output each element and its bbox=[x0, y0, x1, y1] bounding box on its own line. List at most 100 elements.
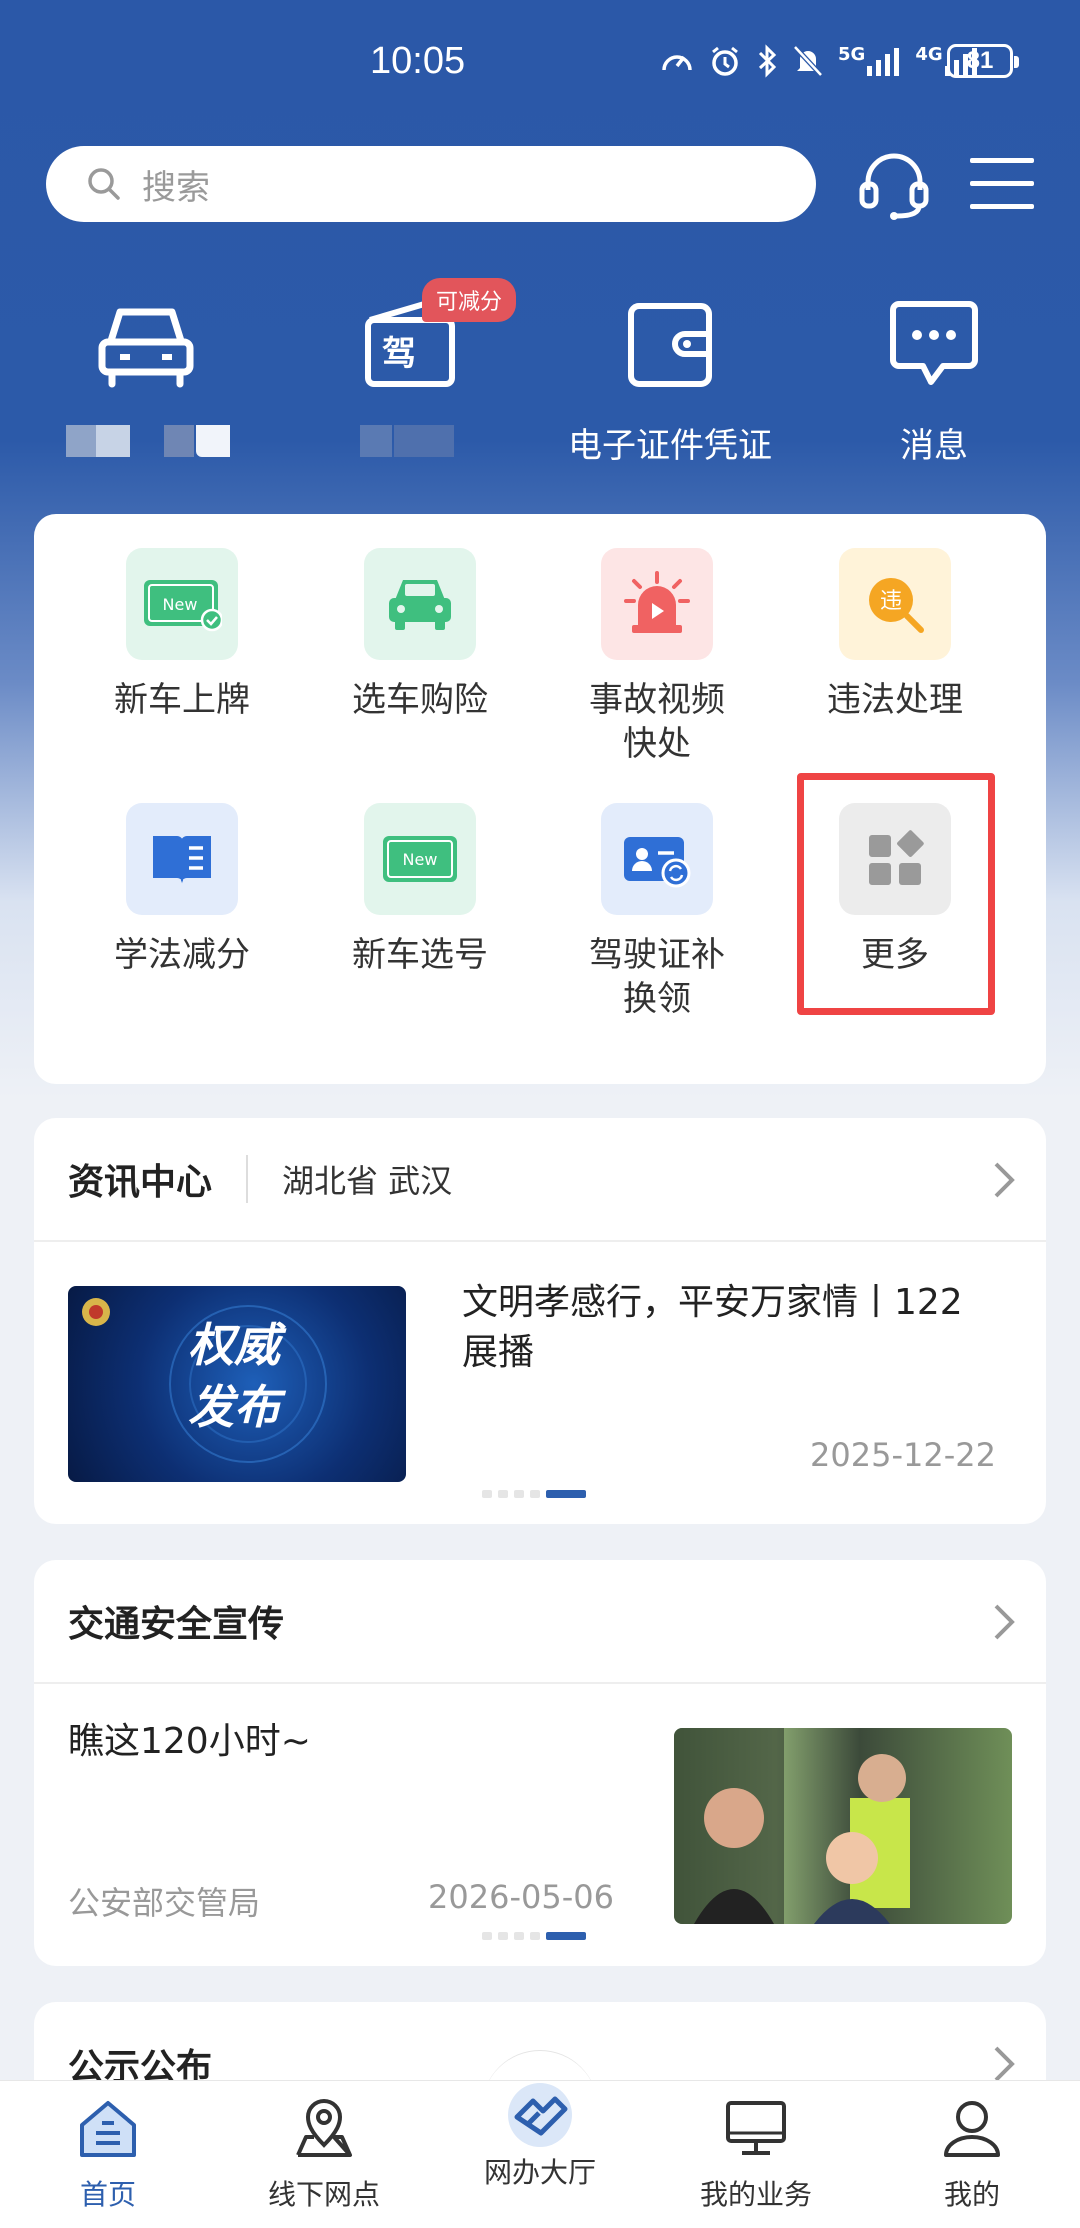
service-accident-video[interactable]: 事故视频 快处 bbox=[542, 548, 772, 766]
carousel-indicator bbox=[482, 1932, 586, 1940]
carousel-dot-active bbox=[546, 1490, 586, 1498]
nav-my-business[interactable]: 我的业务 bbox=[656, 2097, 856, 2213]
messages-label: 消息 bbox=[900, 426, 968, 466]
vehicle-shortcut[interactable] bbox=[36, 280, 256, 390]
chevron-right-icon bbox=[994, 1162, 1015, 1198]
bottom-navigation: 首页 线下网点 网办大厅 我的业务 我的 bbox=[0, 2080, 1080, 2228]
messages-shortcut[interactable]: 消息 bbox=[824, 280, 1044, 467]
service-car-insurance[interactable]: 选车购险 bbox=[305, 548, 535, 722]
carousel-dot bbox=[530, 1490, 540, 1498]
license-tile-char: 驾 bbox=[382, 334, 416, 374]
nav-label: 我的业务 bbox=[699, 2178, 812, 2211]
service-label: 选车购险 bbox=[352, 680, 488, 720]
deduct-points-badge: 可减分 bbox=[422, 278, 517, 322]
e-certificate-label: 电子证件凭证 bbox=[568, 426, 772, 466]
nav-label: 线下网点 bbox=[267, 2178, 380, 2211]
service-label: 学法减分 bbox=[114, 935, 250, 975]
masked-license-part bbox=[360, 425, 392, 457]
traffic-safety-card[interactable]: 交通安全宣传 瞧这120小时~ 公安部交管局 2026-05-06 bbox=[34, 1560, 1046, 1966]
news-thumbnail-text: 权威 发布 bbox=[188, 1318, 280, 1434]
new-tile-text: New bbox=[163, 595, 198, 614]
masked-plate-part bbox=[164, 425, 194, 457]
status-icons: 5G 4G bbox=[660, 44, 979, 78]
nav-offline-outlets[interactable]: 线下网点 bbox=[224, 2097, 424, 2213]
region-selector[interactable]: 湖北省 武汉 bbox=[282, 1156, 452, 1202]
masked-plate-part bbox=[196, 425, 230, 457]
carousel-dot bbox=[514, 1932, 524, 1940]
carousel-dot-active bbox=[546, 1932, 586, 1940]
monitor-icon bbox=[726, 2101, 786, 2155]
menu-button[interactable] bbox=[970, 154, 1034, 212]
nav-label: 网办大厅 bbox=[483, 2156, 596, 2189]
carousel-dot bbox=[514, 1490, 524, 1498]
violation-icon: 违 bbox=[839, 548, 951, 660]
customer-service-button[interactable] bbox=[856, 146, 932, 222]
masked-license-part bbox=[394, 425, 454, 457]
new-plate-icon: New bbox=[126, 548, 238, 660]
signal-5g-icon: 5G bbox=[838, 46, 901, 76]
highlight-box bbox=[797, 773, 995, 1015]
nav-label: 首页 bbox=[79, 2178, 136, 2211]
map-pin-icon bbox=[296, 2099, 352, 2157]
headset-icon bbox=[859, 153, 929, 220]
news-article-title[interactable]: 文明孝感行，平安万家情丨122展播 bbox=[462, 1278, 992, 1378]
network-type-1: 5G bbox=[838, 44, 866, 65]
traffic-safety-title: 交通安全宣传 bbox=[68, 1604, 285, 1645]
status-time: 10:05 bbox=[370, 40, 466, 82]
service-new-plate-number[interactable]: New 新车选号 bbox=[305, 803, 535, 977]
car-icon bbox=[98, 308, 194, 388]
new-plate-number-icon: New bbox=[364, 803, 476, 915]
safety-article-date: 2026-05-06 bbox=[428, 1878, 614, 1916]
search-icon bbox=[88, 168, 120, 200]
divider bbox=[246, 1155, 249, 1203]
search-placeholder: 搜索 bbox=[142, 167, 210, 208]
carousel-dot bbox=[482, 1932, 492, 1940]
nav-online-hall[interactable]: 网办大厅 bbox=[440, 2083, 640, 2191]
service-label: 新车上牌 bbox=[114, 680, 250, 720]
online-hall-icon bbox=[508, 2083, 572, 2147]
news-center-card[interactable]: 资讯中心 湖北省 武汉 权威 发布 文明孝感行，平安万家情丨122展播 2025… bbox=[34, 1118, 1046, 1524]
masked-plate-part bbox=[96, 425, 130, 457]
bluetooth-icon bbox=[758, 44, 777, 78]
nav-mine[interactable]: 我的 bbox=[872, 2097, 1072, 2213]
status-bar: 10:05 5G 4G 81 bbox=[0, 0, 1080, 128]
message-icon bbox=[890, 301, 978, 385]
search-input[interactable]: 搜索 bbox=[46, 146, 816, 222]
nav-home[interactable]: 首页 bbox=[8, 2097, 208, 2213]
wallet-card-icon bbox=[628, 303, 712, 387]
news-article-date: 2025-12-22 bbox=[810, 1436, 996, 1474]
service-label: 驾驶证补 换领 bbox=[589, 935, 725, 1019]
carousel-dot bbox=[482, 1490, 492, 1498]
service-violation[interactable]: 违 违法处理 bbox=[780, 548, 1010, 722]
service-new-car-plate[interactable]: New 新车上牌 bbox=[67, 548, 297, 722]
network-type-2: 4G bbox=[915, 44, 943, 65]
violation-tile-text: 违 bbox=[880, 589, 902, 614]
license-replace-icon bbox=[601, 803, 713, 915]
news-center-title: 资讯中心 bbox=[68, 1162, 213, 1203]
traffic-safety-header[interactable]: 交通安全宣传 bbox=[34, 1560, 1046, 1684]
chevron-right-icon bbox=[994, 2046, 1015, 2082]
safety-article-source: 公安部交管局 bbox=[68, 1884, 261, 1922]
e-certificate-shortcut[interactable]: 电子证件凭证 bbox=[560, 280, 780, 467]
news-center-header[interactable]: 资讯中心 湖北省 武汉 bbox=[34, 1118, 1046, 1242]
carousel-indicator bbox=[482, 1490, 586, 1498]
carousel-dot bbox=[498, 1932, 508, 1940]
service-license-replace[interactable]: 驾驶证补 换领 bbox=[542, 803, 772, 1021]
news-thumbnail[interactable]: 权威 发布 bbox=[68, 1286, 406, 1482]
service-label: 新车选号 bbox=[352, 935, 488, 975]
user-icon bbox=[944, 2101, 1000, 2157]
service-study-points[interactable]: 学法减分 bbox=[67, 803, 297, 977]
study-book-icon bbox=[126, 803, 238, 915]
service-label: 违法处理 bbox=[827, 680, 963, 720]
new-tile-text: New bbox=[403, 850, 438, 869]
safety-thumbnail-art bbox=[674, 1728, 910, 1924]
speedometer-icon bbox=[662, 55, 692, 71]
carousel-dot bbox=[498, 1490, 508, 1498]
car-insurance-icon bbox=[364, 548, 476, 660]
nav-label: 我的 bbox=[943, 2178, 1000, 2211]
accident-video-icon bbox=[601, 548, 713, 660]
home-icon bbox=[80, 2101, 136, 2157]
safety-article-title[interactable]: 瞧这120小时~ bbox=[68, 1712, 311, 1764]
mute-bell-icon bbox=[793, 45, 823, 77]
safety-thumbnail[interactable] bbox=[674, 1728, 1012, 1924]
